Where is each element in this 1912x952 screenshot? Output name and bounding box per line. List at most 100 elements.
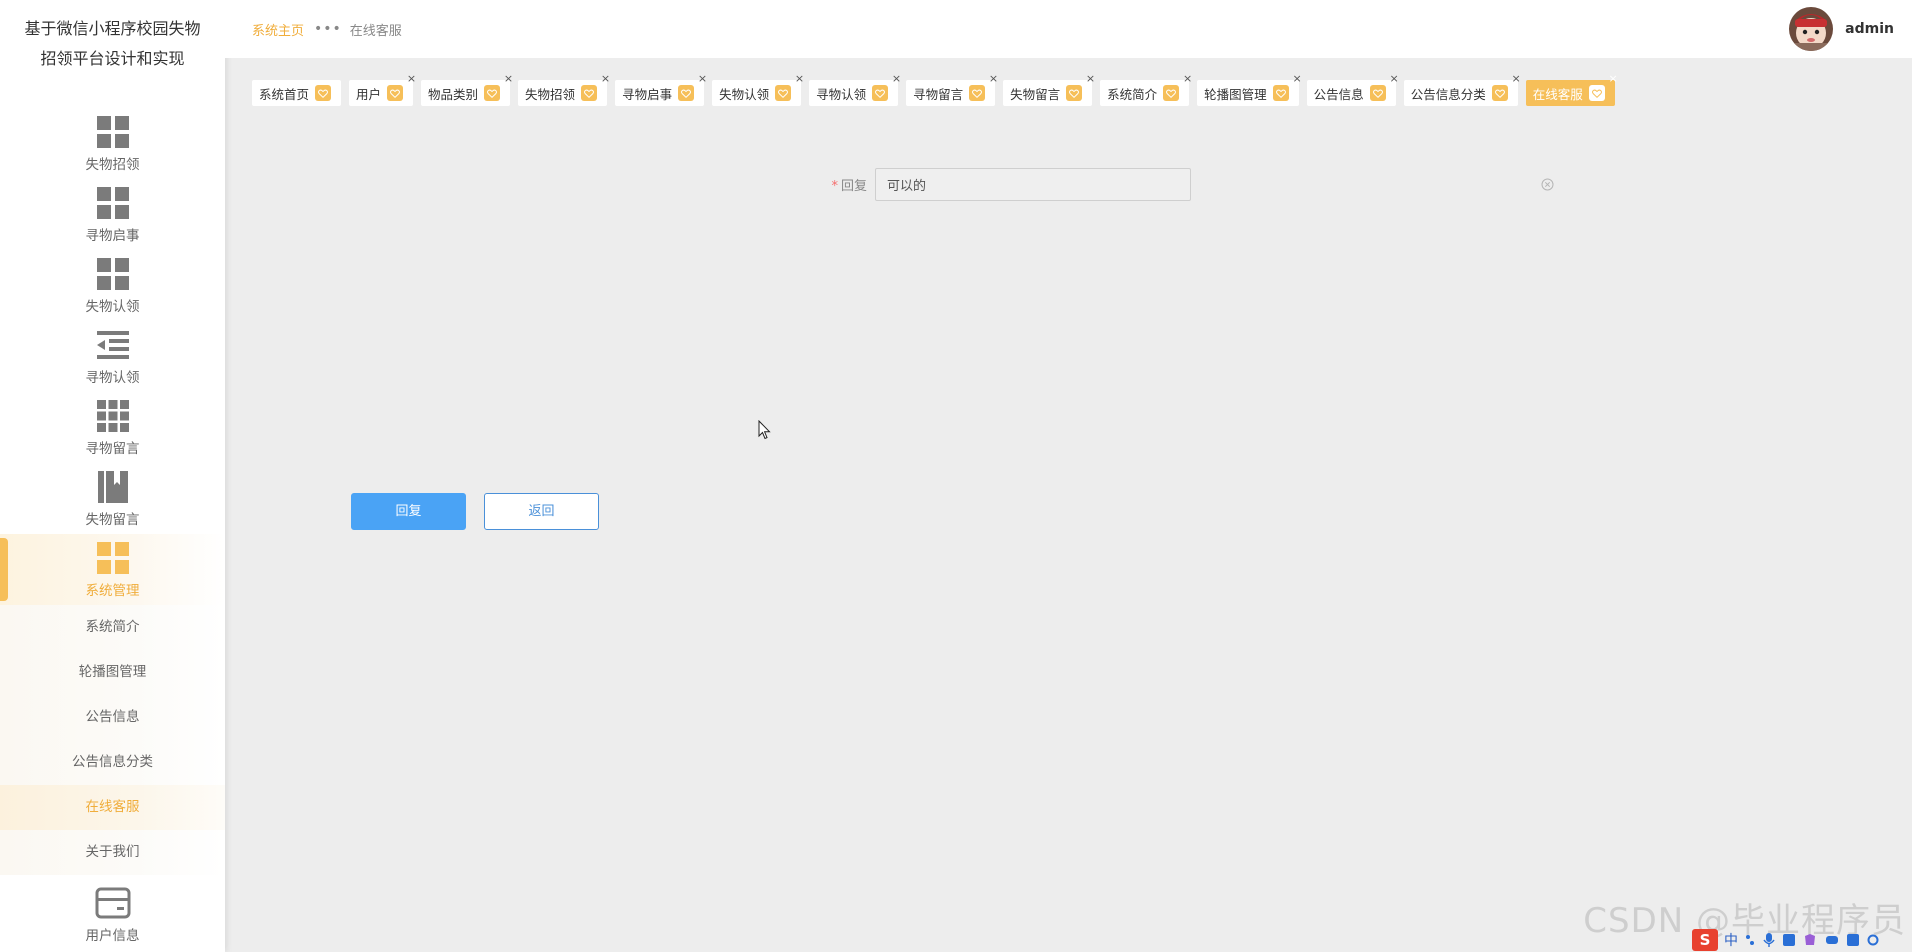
sidebar-item-label: 失物留言 [85, 512, 140, 528]
tab-2[interactable]: 物品类别 × [421, 73, 513, 106]
tab-13[interactable]: 在线客服 × [1525, 73, 1618, 106]
reply-label-text: 回复 [840, 179, 867, 194]
close-icon[interactable]: × [1389, 73, 1398, 85]
book-icon [97, 471, 128, 503]
close-icon[interactable]: × [1086, 73, 1095, 85]
app-title-line2: 招领平台设计和实现 [40, 49, 185, 68]
sidebar-item-seek-message[interactable]: 寻物留言 [0, 392, 225, 463]
username[interactable]: admin [1845, 21, 1894, 37]
grid-nine-icon [96, 400, 129, 432]
breadcrumb-current: 在线客服 [349, 23, 402, 39]
avatar[interactable] [1789, 7, 1834, 51]
heart-icon[interactable] [969, 85, 986, 101]
sidebar-item-lost-claim[interactable]: 失物认领 [0, 250, 225, 321]
tab-label: 失物招领 [525, 86, 576, 102]
sidebar-item-user-info[interactable]: 用户信息 [0, 875, 225, 952]
tab-label: 寻物启事 [622, 86, 673, 102]
sidebar-item-label: 寻物留言 [85, 441, 140, 457]
tab-4[interactable]: 寻物启事 × [615, 73, 707, 106]
input-language-indicator[interactable]: 中 [1724, 930, 1738, 950]
grid-icon [96, 258, 129, 290]
submenu-item-notice[interactable]: 公告信息 [0, 695, 225, 740]
app-title-line1: 基于微信小程序校园失物 [24, 19, 201, 38]
grid-icon [96, 542, 129, 574]
tab-label: 公告信息分类 [1410, 86, 1486, 102]
submenu-item-carousel[interactable]: 轮播图管理 [0, 650, 225, 695]
tab-label: 失物留言 [1010, 86, 1061, 102]
tab-label: 失物认领 [719, 86, 770, 102]
tab-3[interactable]: 失物招领 × [518, 73, 610, 106]
sidebar-item-label: 失物认领 [85, 299, 140, 315]
submenu-item-about-us[interactable]: 关于我们 [0, 830, 225, 875]
sidebar-item-label: 寻物认领 [85, 370, 140, 386]
tab-11[interactable]: 公告信息 × [1306, 73, 1399, 106]
heart-icon[interactable] [581, 85, 598, 101]
sidebar-nav: 失物招领 寻物启事 失物认领 寻物认领 寻物留言 失物留言 系统管理 系统简介 … [0, 108, 225, 952]
sidebar-item-lost-message[interactable]: 失物留言 [0, 463, 225, 534]
submenu-item-notice-category[interactable]: 公告信息分类 [0, 740, 225, 785]
submenu-item-online-service[interactable]: 在线客服 [0, 785, 225, 830]
heart-icon[interactable] [315, 85, 332, 101]
tab-0[interactable]: 系统首页 [252, 80, 342, 106]
tab-12[interactable]: 公告信息分类 × [1403, 73, 1521, 106]
close-icon[interactable]: × [698, 73, 707, 85]
tab-7[interactable]: 寻物留言 × [906, 73, 998, 106]
sidebar-item-lost-notice[interactable]: 寻物启事 [0, 179, 225, 250]
reply-input[interactable] [875, 168, 1191, 201]
tab-10[interactable]: 轮播图管理 × [1197, 73, 1302, 106]
reply-submit-button[interactable]: 回复 [351, 493, 466, 530]
sidebar-item-label: 用户信息 [85, 928, 140, 944]
settings-icon[interactable] [1867, 933, 1879, 947]
clear-circle-icon[interactable] [1541, 178, 1554, 191]
heart-icon[interactable] [1163, 85, 1180, 101]
top-header: 系统主页 ••• 在线客服 admin [225, 0, 1912, 58]
back-button[interactable]: 返回 [484, 493, 599, 530]
list-indent-icon [96, 331, 129, 359]
close-icon[interactable]: × [795, 73, 804, 85]
skin-icon[interactable] [1803, 933, 1817, 947]
punctuation-icon[interactable] [1745, 933, 1755, 947]
heart-icon[interactable] [1588, 85, 1605, 101]
close-icon[interactable]: × [989, 73, 998, 85]
close-icon[interactable]: × [1292, 73, 1301, 85]
close-icon[interactable]: × [407, 73, 416, 85]
heart-icon[interactable] [678, 85, 695, 101]
user-menu[interactable]: admin [1789, 7, 1894, 51]
tab-8[interactable]: 失物留言 × [1003, 73, 1095, 106]
breadcrumb-home[interactable]: 系统主页 [252, 20, 304, 39]
tab-bar: 系统首页 用户 × 物品类别 × 失物招领 × 寻物启事 × 失物认领 × 寻物认领 × 寻物留言 × 失物留… [252, 73, 1623, 106]
heart-icon[interactable] [775, 85, 792, 101]
close-icon[interactable]: × [504, 73, 513, 85]
close-icon[interactable]: × [892, 73, 901, 85]
heart-icon[interactable] [1066, 85, 1083, 101]
heart-icon[interactable] [872, 85, 889, 101]
sidebar-item-lost-found[interactable]: 失物招领 [0, 108, 225, 179]
heart-icon[interactable] [1491, 85, 1508, 101]
toolbox-icon[interactable] [1825, 934, 1839, 946]
tab-5[interactable]: 失物认领 × [712, 73, 804, 106]
submenu-item-system-intro[interactable]: 系统简介 [0, 605, 225, 650]
tab-label: 公告信息 [1313, 86, 1364, 102]
sidebar-item-label: 寻物启事 [85, 228, 140, 244]
close-icon[interactable]: × [1511, 73, 1520, 85]
heart-icon[interactable] [1272, 85, 1289, 101]
close-icon[interactable]: × [601, 73, 610, 85]
keyboard-icon[interactable] [1783, 934, 1795, 946]
tab-9[interactable]: 系统简介 × [1100, 73, 1192, 106]
heart-icon[interactable] [1369, 85, 1386, 101]
tab-1[interactable]: 用户 × [349, 73, 416, 106]
card-icon [95, 887, 130, 919]
input-method-logo-icon[interactable]: S [1692, 929, 1718, 951]
reply-label: * 回复 [820, 175, 867, 194]
close-icon[interactable]: × [1609, 73, 1618, 85]
sidebar-item-system-management[interactable]: 系统管理 [0, 534, 225, 605]
tab-6[interactable]: 寻物认领 × [809, 73, 901, 106]
sidebar-item-seek-claim[interactable]: 寻物认领 [0, 321, 225, 392]
heart-icon[interactable] [484, 85, 501, 101]
sidebar-item-label: 失物招领 [85, 157, 140, 173]
microphone-icon[interactable] [1763, 932, 1775, 948]
tab-label: 系统简介 [1107, 86, 1158, 102]
heart-icon[interactable] [387, 85, 404, 101]
close-icon[interactable]: × [1183, 73, 1192, 85]
grid-apps-icon[interactable] [1847, 934, 1859, 946]
